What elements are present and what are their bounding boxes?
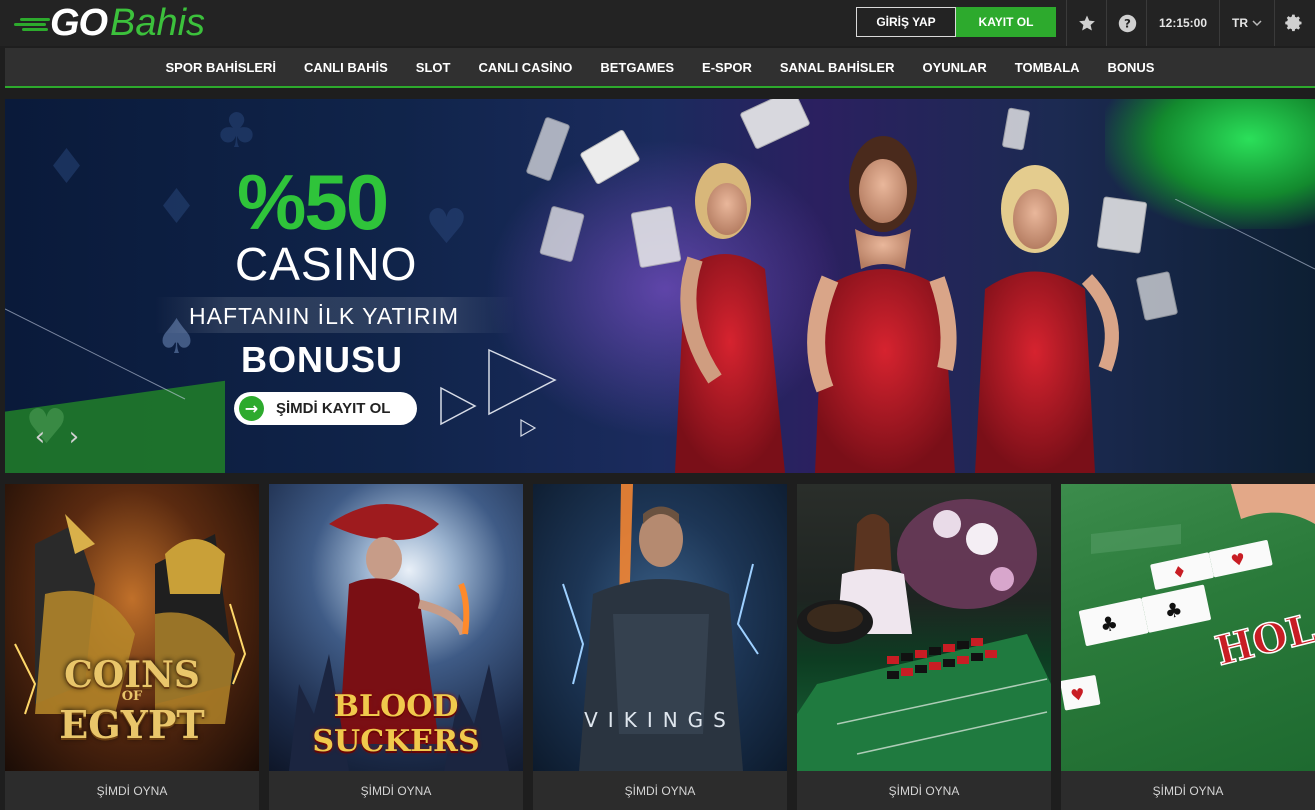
language-select[interactable]: TR [1222, 0, 1272, 46]
game-card-coins-of-egypt[interactable]: COINS OF EGYPT ŞİMDİ OYNA [5, 484, 259, 810]
game-thumbnail[interactable]: BLOOD SUCKERS [269, 484, 523, 771]
arrow-right-icon: → [239, 396, 264, 421]
register-now-label: ŞİMDİ KAYIT OL [276, 400, 391, 417]
nav-item-sanal-bahisler[interactable]: SANAL BAHİSLER [766, 60, 909, 75]
chevron-right-icon[interactable]: › [62, 422, 86, 452]
nav-item-spor-bahisleri[interactable]: SPOR BAHİSLERİ [152, 60, 291, 75]
hero-models-illustration [675, 136, 1119, 473]
speed-lines-icon [14, 18, 50, 31]
nav-item-slot[interactable]: SLOT [402, 60, 465, 75]
gear-icon[interactable] [1282, 11, 1306, 35]
nav-item-betgames[interactable]: BETGAMES [586, 60, 688, 75]
nav-item-oyunlar[interactable]: OYUNLAR [908, 60, 1000, 75]
roulette-table-illustration [797, 499, 1051, 771]
promo-bonus: BONUSU [241, 339, 404, 380]
play-now-button[interactable]: ŞİMDİ OYNA [1061, 771, 1315, 810]
language-label: TR [1232, 16, 1248, 30]
register-button[interactable]: KAYIT OL [956, 7, 1056, 37]
question-icon[interactable]: ? [1115, 11, 1139, 35]
hero-banner[interactable]: ♣ ♦ ♦ ♠ ♥ ♥ %50 CASINO HAFTANIN İLK YATI… [5, 99, 1315, 473]
play-now-button[interactable]: ŞİMDİ OYNA [533, 771, 787, 810]
game-title-line2: EGYPT [59, 702, 205, 747]
main-nav: SPOR BAHİSLERİ CANLI BAHİS SLOT CANLI CA… [5, 48, 1315, 88]
game-card-blood-suckers[interactable]: BLOOD SUCKERS ŞİMDİ OYNA [269, 484, 523, 810]
play-now-button[interactable]: ŞİMDİ OYNA [5, 771, 259, 810]
chevron-left-icon[interactable]: ‹ [28, 422, 52, 452]
svg-text:?: ? [1124, 16, 1131, 30]
top-bar: GO Bahis GİRİŞ YAP KAYIT OL ? 12:15:00 T… [0, 0, 1315, 46]
promo-percent: %50 [237, 158, 389, 246]
divider [1106, 0, 1107, 46]
promo-casino: CASINO [235, 238, 418, 290]
game-card-vikings[interactable]: VIKINGS ŞİMDİ OYNA [533, 484, 787, 810]
promo-subtitle: HAFTANIN İLK YATIRIM [189, 303, 460, 329]
game-thumbnail[interactable]: VIKINGS [533, 484, 787, 771]
chevron-down-icon [1252, 20, 1262, 27]
svg-text:HOL: HOL [1211, 605, 1315, 675]
nav-item-tombala[interactable]: TOMBALA [1001, 60, 1094, 75]
cards-on-table-illustration: ♦♥ ♣♣ HOL ♥ [1061, 484, 1315, 711]
nav-item-bonus[interactable]: BONUS [1094, 60, 1169, 75]
play-now-button[interactable]: ŞİMDİ OYNA [269, 771, 523, 810]
nav-item-e-spor[interactable]: E-SPOR [688, 60, 766, 75]
game-grid: COINS OF EGYPT ŞİMDİ OYNA BLOOD SUCKERS … [5, 484, 1315, 810]
heart-suit-icon: ♥ [425, 199, 469, 255]
divider [1066, 0, 1067, 46]
logo-bahis-text: Bahis [110, 2, 206, 44]
hero-line-decoration [1175, 199, 1315, 270]
play-now-button[interactable]: ŞİMDİ OYNA [797, 771, 1051, 810]
game-thumbnail[interactable] [797, 484, 1051, 771]
diamond-suit-icon: ♦ [155, 179, 199, 235]
logo-go-text: GO [50, 2, 108, 44]
divider [1274, 0, 1275, 46]
game-card-live-roulette[interactable]: ŞİMDİ OYNA [797, 484, 1051, 810]
game-thumbnail[interactable]: ♦ ♥ ♣ ♣ HOL ♥ [1061, 484, 1315, 771]
diamond-suit-icon: ♦ [45, 139, 89, 195]
star-icon[interactable] [1075, 11, 1099, 35]
divider [1219, 0, 1220, 46]
play-triangles-decoration [440, 348, 557, 438]
login-button[interactable]: GİRİŞ YAP [856, 7, 956, 37]
game-title: VIKINGS [584, 708, 736, 732]
game-thumbnail[interactable]: COINS OF EGYPT [5, 484, 259, 771]
game-title: BLOOD SUCKERS [312, 689, 480, 759]
register-now-button[interactable]: → ŞİMDİ KAYIT OL [234, 392, 417, 425]
clock: 12:15:00 [1158, 16, 1208, 30]
nav-item-canli-casino[interactable]: CANLI CASİNO [464, 60, 586, 75]
divider [1146, 0, 1147, 46]
nav-item-canli-bahis[interactable]: CANLI BAHİS [290, 60, 402, 75]
club-suit-icon: ♣ [215, 103, 259, 159]
game-card-casino-holdem[interactable]: ♦ ♥ ♣ ♣ HOL ♥ ŞİMDİ OYNA [1061, 484, 1315, 810]
